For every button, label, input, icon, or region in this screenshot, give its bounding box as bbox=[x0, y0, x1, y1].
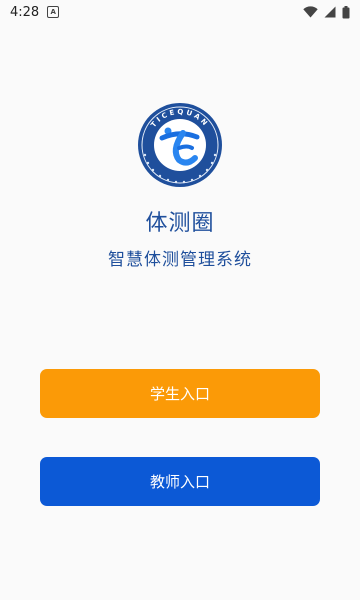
ticequan-logo-icon: TICEQUAN bbox=[138, 103, 222, 187]
status-bar: 4:28 A bbox=[0, 0, 360, 24]
status-right bbox=[303, 5, 350, 19]
teacher-entry-button[interactable]: 教师入口 bbox=[40, 457, 320, 506]
battery-icon bbox=[342, 5, 350, 18]
student-entry-button[interactable]: 学生入口 bbox=[40, 369, 320, 418]
wifi-icon bbox=[303, 6, 318, 18]
app-subtitle: 智慧体测管理系统 bbox=[108, 250, 252, 270]
signal-icon bbox=[324, 6, 336, 18]
app-logo: TICEQUAN bbox=[135, 100, 225, 190]
notification-a-icon: A bbox=[47, 6, 60, 18]
app-title: 体测圈 bbox=[145, 211, 215, 236]
status-left: 4:28 A bbox=[10, 4, 60, 20]
status-time: 4:28 bbox=[10, 4, 40, 20]
